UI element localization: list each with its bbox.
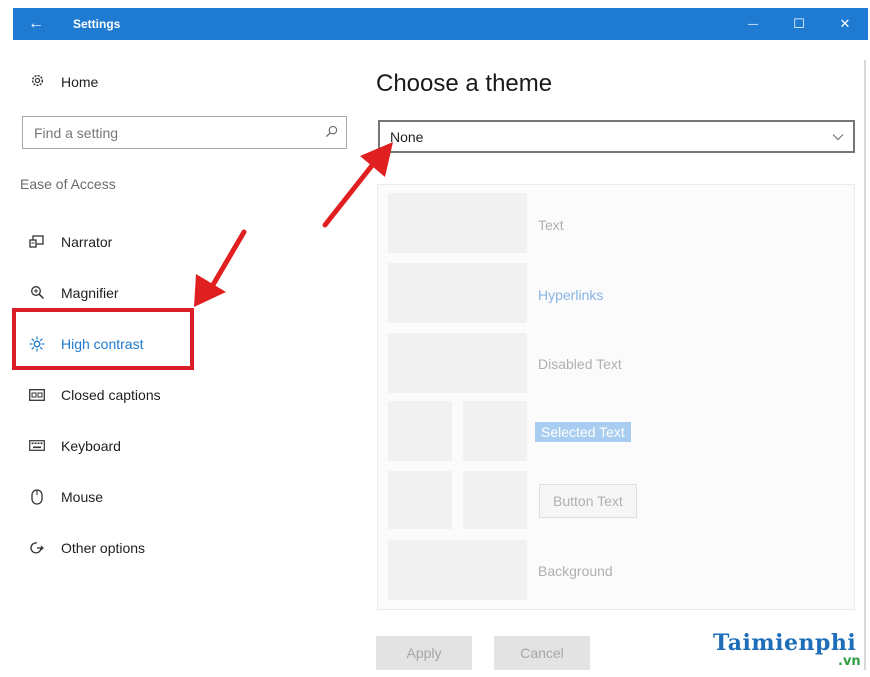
search-icon[interactable] — [316, 125, 346, 141]
close-button[interactable]: ✕ — [822, 8, 868, 40]
window-title: Settings — [73, 17, 121, 31]
sidebar-item-other-options[interactable]: Other options — [13, 522, 353, 573]
sidebar-item-label: Narrator — [61, 233, 113, 250]
preview-disabled-text: Disabled Text — [538, 356, 622, 372]
preview-button-text: Button Text — [539, 484, 637, 518]
maximize-icon: ☐ — [793, 16, 805, 31]
title-bar: ← Settings — ☐ ✕ — [0, 0, 870, 40]
preview-selected-text: Selected Text — [535, 422, 631, 442]
chevron-down-icon — [823, 129, 853, 144]
main-panel: Choose a theme None Text Hyperlinks Disa… — [353, 40, 870, 677]
page-title: Choose a theme — [376, 70, 553, 97]
sidebar-item-label: Closed captions — [61, 386, 161, 403]
preview-hyperlinks: Hyperlinks — [538, 287, 604, 303]
theme-select[interactable]: None — [378, 120, 855, 153]
back-button[interactable]: ← — [13, 8, 59, 40]
swatch-selected-bg — [463, 401, 527, 461]
other-options-icon — [27, 540, 47, 556]
sidebar-item-mouse[interactable]: Mouse — [13, 471, 353, 522]
swatch-background — [388, 540, 527, 600]
mouse-icon — [27, 488, 47, 505]
minimize-button[interactable]: — — [730, 8, 776, 40]
watermark-logo: Taimienphi — [713, 630, 857, 656]
sidebar-item-label: Magnifier — [61, 284, 119, 301]
title-bar-inner: ← Settings — ☐ ✕ — [13, 8, 868, 40]
sidebar-item-closed-captions[interactable]: Closed captions — [13, 369, 353, 420]
sidebar-item-label: Other options — [61, 539, 146, 556]
narrator-icon — [27, 234, 47, 249]
close-icon: ✕ — [839, 16, 851, 31]
minimize-icon: — — [748, 18, 758, 30]
swatch-text — [388, 193, 527, 253]
sidebar-item-keyboard[interactable]: Keyboard — [13, 420, 353, 471]
section-label: Ease of Access — [20, 176, 116, 192]
search-box[interactable] — [22, 116, 347, 149]
swatch-disabled-text — [388, 333, 527, 393]
nav-home[interactable]: Home — [13, 66, 98, 98]
swatch-button-fg — [388, 471, 452, 529]
swatch-selected-fg — [388, 401, 452, 461]
maximize-button[interactable]: ☐ — [776, 8, 822, 40]
preview-background: Background — [538, 563, 613, 579]
apply-button[interactable]: Apply — [376, 636, 472, 670]
theme-select-value: None — [390, 128, 424, 145]
nav-home-label: Home — [61, 74, 99, 90]
keyboard-icon — [27, 440, 47, 451]
back-arrow-icon: ← — [28, 15, 44, 32]
closed-captions-icon — [27, 388, 47, 401]
annotation-highlight-box — [12, 308, 194, 370]
nav-list: Narrator Magnifier High contrast Closed … — [13, 216, 353, 573]
theme-preview: Text Hyperlinks Disabled Text Selected T… — [377, 184, 855, 610]
swatch-button-bg — [463, 471, 527, 529]
search-input[interactable] — [23, 124, 316, 141]
magnifier-icon — [27, 285, 47, 300]
gear-icon — [27, 73, 47, 91]
watermark-suffix: .vn — [838, 654, 861, 669]
preview-text: Text — [538, 217, 564, 233]
sidebar-item-label: Keyboard — [61, 437, 121, 454]
swatch-hyperlinks — [388, 263, 527, 323]
scrollbar[interactable] — [864, 60, 866, 670]
cancel-button[interactable]: Cancel — [494, 636, 590, 670]
sidebar-item-narrator[interactable]: Narrator — [13, 216, 353, 267]
sidebar-item-label: Mouse — [61, 488, 104, 505]
